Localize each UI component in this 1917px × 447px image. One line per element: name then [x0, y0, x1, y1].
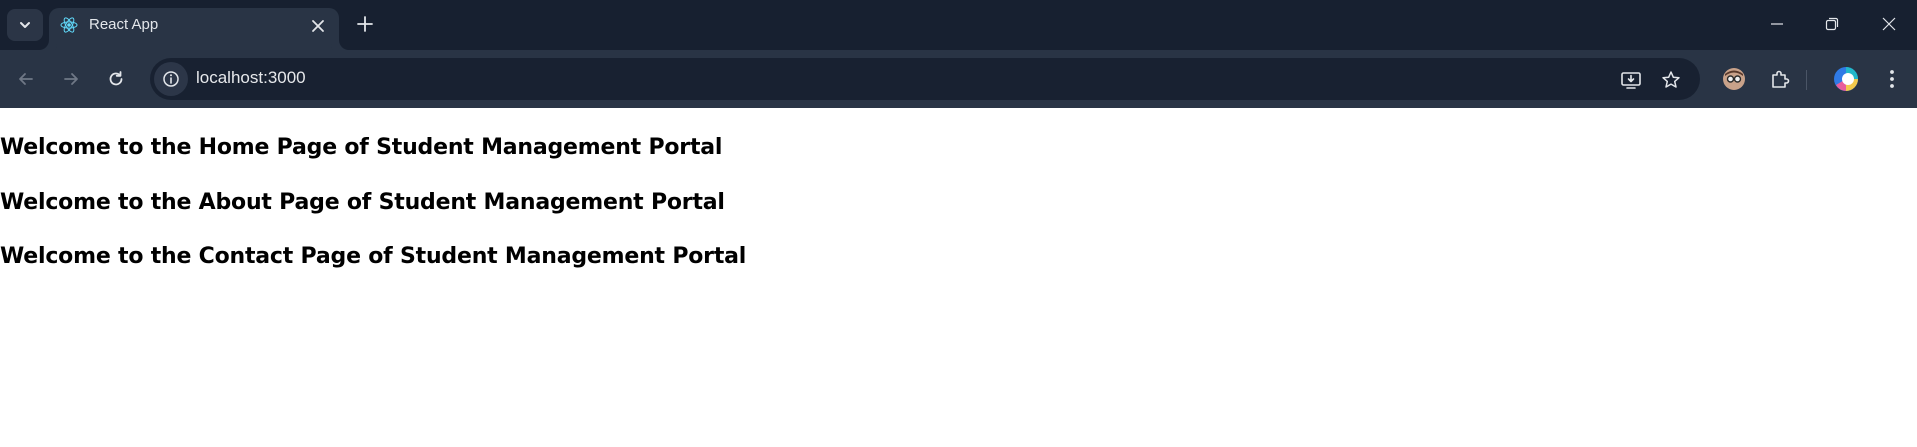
bookmark-button[interactable]: [1658, 67, 1684, 93]
browser-menu-button[interactable]: [1876, 63, 1908, 95]
copilot-button[interactable]: [1830, 63, 1862, 95]
about-heading: Welcome to the About Page of Student Man…: [0, 190, 725, 215]
copilot-icon: [1834, 67, 1858, 91]
profile-button[interactable]: [1718, 63, 1750, 95]
toolbar-divider: [1806, 70, 1807, 90]
arrow-left-icon: [19, 73, 33, 85]
minimize-icon: [1771, 23, 1783, 25]
chevron-down-icon: [20, 22, 30, 28]
restore-icon: [1825, 17, 1839, 31]
kebab-menu-icon: [1890, 70, 1894, 88]
tab-title: React App: [89, 16, 159, 33]
contact-heading: Welcome to the Contact Page of Student M…: [0, 244, 747, 269]
close-icon: [1882, 17, 1896, 31]
tab-strip: React App: [0, 0, 1917, 50]
restore-button[interactable]: [1812, 10, 1852, 38]
forward-button[interactable]: [55, 63, 87, 95]
site-info-button[interactable]: [154, 62, 188, 96]
page-content: Welcome to the Home Page of Student Mana…: [0, 108, 1917, 447]
react-logo-icon: [60, 17, 78, 33]
reload-button[interactable]: [100, 63, 132, 95]
arrow-right-icon: [64, 73, 78, 85]
tab-close-button[interactable]: [307, 15, 329, 37]
url-text[interactable]: localhost:3000: [196, 68, 306, 88]
address-bar[interactable]: localhost:3000: [150, 58, 1700, 100]
reload-icon: [109, 71, 123, 86]
back-button[interactable]: [10, 63, 42, 95]
extensions-button[interactable]: [1764, 63, 1796, 95]
tab-react-app[interactable]: React App: [49, 8, 339, 50]
tab-search-button[interactable]: [7, 9, 43, 41]
close-icon: [312, 20, 324, 32]
install-app-icon: [1621, 72, 1641, 89]
info-icon: [163, 71, 179, 87]
star-icon: [1662, 71, 1680, 88]
plus-icon: [357, 16, 373, 32]
install-app-button[interactable]: [1618, 67, 1644, 93]
puzzle-icon: [1772, 70, 1790, 88]
browser-toolbar: localhost:3000: [0, 50, 1917, 108]
new-tab-button[interactable]: [352, 11, 378, 37]
minimize-button[interactable]: [1757, 10, 1797, 38]
home-heading: Welcome to the Home Page of Student Mana…: [0, 135, 723, 160]
window-close-button[interactable]: [1869, 10, 1909, 38]
avatar-icon: [1723, 68, 1745, 90]
